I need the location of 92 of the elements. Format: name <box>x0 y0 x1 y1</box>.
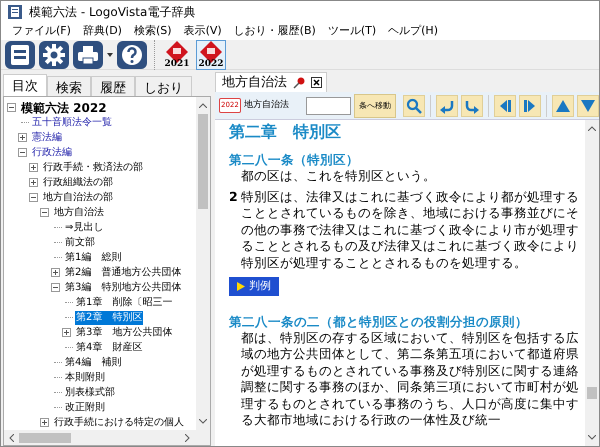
play-triangle-icon <box>237 282 245 291</box>
article-number-field[interactable] <box>306 96 351 114</box>
go-to-article-button[interactable]: 条へ移動 <box>354 94 396 118</box>
article-heading: 第二八一条（特別区） <box>229 152 360 168</box>
app-icon <box>7 4 23 20</box>
caret-icon[interactable] <box>107 52 113 56</box>
sidebar-tab[interactable]: 目次 <box>3 74 47 96</box>
tree-item[interactable]: 行政手続における特定の個人 <box>53 416 185 430</box>
menu-item[interactable]: 表示(V) <box>180 23 231 40</box>
scroll-thumb[interactable] <box>587 387 597 399</box>
article-heading: 第二八一条の二（都と特別区との役割分担の原則） <box>229 314 529 330</box>
collapse-icon[interactable] <box>51 283 60 292</box>
help-button[interactable] <box>117 40 147 68</box>
horizontal-scrollbar[interactable] <box>4 430 210 445</box>
paragraph-text: 都の区は、これを特別区という。 <box>241 168 437 184</box>
dictionary-button[interactable]: 2021 <box>162 40 192 70</box>
scroll-thumb[interactable] <box>19 432 71 442</box>
list-button[interactable] <box>5 40 35 68</box>
scroll-up-icon[interactable] <box>199 103 207 108</box>
tree-item[interactable]: 改正附則 <box>64 400 106 414</box>
tree-item[interactable]: 第2編 普通地方公共団体 <box>64 266 182 280</box>
sidebar-tab[interactable]: 検索 <box>47 76 91 96</box>
tree-item[interactable]: 憲法編 <box>31 130 63 144</box>
tree-item[interactable]: 第2章 特別区 <box>75 310 144 324</box>
tree-item[interactable]: 地方自治法 <box>53 206 105 220</box>
tree-item[interactable]: 第1編 総則 <box>64 250 122 264</box>
expand-icon[interactable] <box>29 163 38 172</box>
dictionary-button[interactable]: 2022 <box>196 40 226 70</box>
collapse-icon[interactable] <box>7 103 16 112</box>
scroll-up-icon[interactable] <box>588 126 596 131</box>
vertical-scrollbar[interactable] <box>585 120 599 446</box>
tree-item[interactable]: ⇒見出し <box>64 220 104 234</box>
tree-item[interactable]: 第1章 削除〔昭三一 <box>75 296 174 310</box>
expand-icon[interactable] <box>40 418 49 427</box>
tree-item[interactable]: 第3編 特別地方公共団体 <box>64 280 182 294</box>
menu-item[interactable]: ツール(T) <box>324 23 386 40</box>
collapse-icon[interactable] <box>18 148 27 157</box>
next-button[interactable] <box>519 94 541 116</box>
tree-item[interactable]: 地方自治法の部 <box>42 190 114 204</box>
scroll-thumb[interactable] <box>198 114 208 209</box>
menu-item[interactable]: 検索(S) <box>130 23 181 40</box>
down-button[interactable] <box>577 94 599 116</box>
close-icon[interactable] <box>311 77 322 88</box>
tree-item[interactable]: 行政法編 <box>31 146 73 160</box>
paragraph-text: 特別区は、法律又はこれに基づく政令により都が処理することとされているものを除き、地域における事務並びにその他の事務で法律又はこれに基づく政令により市が処理することとされるもの及び法律又はこれに基づく政令により特別区が処理することとされるものを処理する。 <box>241 188 579 271</box>
settings-icon <box>42 42 66 66</box>
search-button[interactable] <box>403 94 425 116</box>
tree-item[interactable]: 第4編 補則 <box>64 356 122 370</box>
tree-item[interactable]: 本則附則 <box>64 370 106 384</box>
pin-icon[interactable] <box>293 76 305 88</box>
up-triangle-icon <box>555 98 571 114</box>
up-button[interactable] <box>552 94 574 116</box>
search-icon <box>406 98 422 114</box>
forward-button[interactable] <box>461 94 483 116</box>
list-icon <box>8 42 32 66</box>
chapter-heading: 第二章 特別区 <box>229 122 342 142</box>
expand-icon[interactable] <box>62 328 71 337</box>
print-button[interactable] <box>73 40 103 68</box>
settings-button[interactable] <box>39 40 69 68</box>
paragraph-number: 2 <box>229 188 239 206</box>
tree-item[interactable]: 五十音順法令一覧 <box>31 116 113 130</box>
collapse-icon[interactable] <box>29 193 38 202</box>
precedent-button[interactable]: 判例 <box>229 277 279 296</box>
tree-item[interactable]: 第3章 地方公共団体 <box>75 326 174 340</box>
back-button[interactable] <box>436 94 458 116</box>
menu-item[interactable]: しおり・履歴(B) <box>230 23 325 40</box>
expand-icon[interactable] <box>18 133 27 142</box>
collapse-icon[interactable] <box>40 208 49 217</box>
help-icon <box>120 42 144 66</box>
previous-button[interactable] <box>494 94 516 116</box>
tree-item[interactable]: 行政組織法の部 <box>42 176 114 190</box>
paragraph-text: 都は、特別区の存する区域において、特別区を包括する広域の地方公共団体として、第二条第五項において都道府県が処理するものとされている事務及び特別区に関する連絡調整に関する事務のほか、同条第三項において市町村が処理するものとされている事務のうち、人口が高度に集中する大都市地域における行政の一体性及び統一 <box>241 330 579 428</box>
scroll-left-icon[interactable] <box>9 434 14 442</box>
tree-item[interactable]: 模範六法 2022 <box>20 100 108 114</box>
menu-item[interactable]: 辞典(D) <box>80 23 131 40</box>
scroll-down-icon[interactable] <box>199 419 207 424</box>
down-triangle-icon <box>580 98 596 114</box>
tree-item[interactable]: 前文部 <box>64 236 96 250</box>
book-title: 地方自治法 <box>244 98 289 112</box>
menu-item[interactable]: ファイル(F) <box>9 23 80 40</box>
window-title: 模範六法 - LogoVista電子辞典 <box>29 4 196 21</box>
sidebar-tab[interactable]: 履歴 <box>91 76 135 96</box>
menu-item[interactable]: ヘルプ(H) <box>385 23 447 40</box>
tree-item[interactable]: 第4章 財産区 <box>75 340 144 354</box>
expand-icon[interactable] <box>29 178 38 187</box>
tree-item[interactable]: 行政手続・救済法の部 <box>42 160 144 174</box>
vertical-scrollbar[interactable] <box>196 97 210 430</box>
expand-icon[interactable] <box>51 268 60 277</box>
tree-item[interactable]: 別表様式部 <box>64 386 116 400</box>
sidebar-tab[interactable]: しおり <box>135 76 192 96</box>
scroll-right-icon[interactable] <box>185 434 190 442</box>
scroll-down-icon[interactable] <box>588 435 596 440</box>
